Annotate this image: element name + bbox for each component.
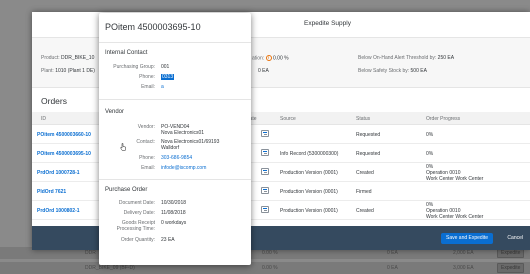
order-progress: 0% <box>426 151 434 157</box>
hand-cursor-icon <box>120 143 126 151</box>
order-progress: 0% Operation 0010 Work Center Work Cente… <box>426 164 483 182</box>
station-line: ation: ! 0.00 % <box>252 55 289 61</box>
calendar-icon[interactable] <box>261 168 269 175</box>
delivery-date-label: Delivery Date: <box>123 210 155 216</box>
popover-title: POitem 4500003695-10 <box>99 13 251 43</box>
order-progress: 0% <box>426 132 434 138</box>
order-id-link[interactable]: PldOrd 7621 <box>37 189 66 195</box>
document-date-value: 10/30/2018 <box>161 200 187 206</box>
purchasing-group-label: Purchasing Group: <box>113 64 155 70</box>
bg-text: DDR <box>85 250 96 256</box>
internal-email-link[interactable]: a <box>161 84 164 90</box>
warning-icon: ! <box>265 55 272 61</box>
purchase-order-heading: Purchase Order <box>105 187 148 193</box>
gr-processing-label: Goods Receipt Processing Time: <box>117 220 155 232</box>
background-row: DDR_BIKE_09 (BF-D) 0.00 % 0 EA 3,000 EA … <box>0 262 530 274</box>
contact-value: Nova Electronics01/69193 Walldorf <box>161 139 219 151</box>
station-value: 0.00 <box>273 55 283 62</box>
order-source: Production Version (0001) <box>280 208 338 214</box>
bg-text: 0 EA <box>387 265 398 271</box>
vendor-label: Vendor: <box>137 124 155 130</box>
plant-value: 1010 (Plant 1 DE) <box>55 68 95 74</box>
progress-workcenter: Work Center Work Center <box>426 214 484 220</box>
order-source: Info Record (5300000300) <box>280 151 339 157</box>
bg-text: 2,000 EA <box>453 250 474 256</box>
internal-email-label: Email: <box>141 84 155 90</box>
order-quickview-popover: POitem 4500003695-10 Internal Contact Pu… <box>99 13 251 265</box>
document-date-label: Document Date: <box>118 200 155 206</box>
column-header-status: Status <box>356 116 371 122</box>
threshold-value: 250 EA <box>437 55 455 61</box>
order-id-link[interactable]: POitem 4500003695-10 <box>37 151 91 157</box>
order-status: Firmed <box>356 189 372 195</box>
vendor-email-link[interactable]: infode@iscomp.com <box>161 165 206 171</box>
bg-expedite-button[interactable]: Expedite <box>497 263 525 273</box>
product-label: Product: <box>41 55 60 61</box>
bg-text: 0.00 % <box>262 250 278 256</box>
column-header-source: Source <box>280 116 296 122</box>
section-divider <box>99 179 251 180</box>
safety-label: Below Safety Stock by: <box>358 68 410 74</box>
delivery-date-value: 11/08/2018 <box>161 210 186 216</box>
order-source: Production Version (0001) <box>280 170 338 176</box>
station-unit: % <box>284 55 289 62</box>
internal-phone-label: Phone: <box>139 74 155 80</box>
gr-label-line: Processing Time: <box>116 226 155 232</box>
order-id-link[interactable]: PrdOrd 1000728-1 <box>37 170 80 176</box>
plant-label: Plant: <box>41 68 54 74</box>
calendar-icon[interactable] <box>261 149 269 156</box>
vendor-phone-label: Phone: <box>139 155 155 161</box>
order-id-link[interactable]: POitem 4500003660-10 <box>37 132 91 138</box>
vendor-heading: Vendor <box>105 109 125 115</box>
calendar-icon[interactable] <box>261 206 269 213</box>
order-quantity-label: Order Quantity: <box>120 237 155 243</box>
orders-title: Orders <box>41 96 67 106</box>
internal-contact-heading: Internal Contact <box>105 50 148 56</box>
product-line: Product: DDR_BIKE_10 <box>41 55 94 61</box>
save-and-expedite-button[interactable]: Save and Expedite <box>441 233 493 244</box>
quantity-line: 0 EA <box>258 68 269 74</box>
cancel-button[interactable]: Cancel <box>504 233 526 244</box>
contact-line: Walldorf <box>161 145 180 151</box>
threshold-label: Below On-Hand Alert Threshold by: <box>358 55 437 61</box>
purchasing-group-value: 001 <box>161 64 170 70</box>
calendar-icon[interactable] <box>261 187 269 194</box>
internal-phone-link[interactable]: 0313 <box>161 74 175 80</box>
calendar-icon[interactable] <box>261 130 269 137</box>
dialog-title: Expedite Supply <box>304 20 351 27</box>
plant-line: Plant: 1010 (Plant 1 DE) <box>41 68 95 74</box>
bg-text: 0.00 % <box>262 265 278 271</box>
vendor-value: PO-VEND04 Nova Electronics01 <box>161 124 204 136</box>
bg-text: 0 EA <box>387 250 398 256</box>
gr-processing-value: 0 workdays <box>161 220 187 226</box>
vendor-email-label: Email: <box>141 165 155 171</box>
bg-text: DDR_BIKE_09 (BF-D) <box>85 265 135 271</box>
station-label: ation: <box>252 55 265 62</box>
order-status: Created <box>356 208 374 214</box>
column-header-id: ID <box>41 116 46 122</box>
vendor-name: Nova Electronics01 <box>161 130 205 136</box>
order-quantity-value: 23 EA <box>161 237 175 243</box>
order-source: Production Version (0001) <box>280 189 338 195</box>
order-status: Requested <box>356 132 381 138</box>
selected-phone-text[interactable]: 0313 <box>161 74 175 80</box>
vendor-phone-link[interactable]: 303-686-9854 <box>161 155 192 161</box>
threshold-line: Below On-Hand Alert Threshold by: 250 EA <box>358 55 454 61</box>
column-header-progress: Order Progress <box>426 116 461 122</box>
bg-text: 3,000 EA <box>453 265 474 271</box>
product-value: DDR_BIKE_10 <box>61 55 95 61</box>
safety-line: Below Safety Stock by: 500 EA <box>358 68 427 74</box>
order-status: Requested <box>356 151 381 157</box>
order-status: Created <box>356 170 374 176</box>
order-progress: 0% Operation 0010 Work Center Work Cente… <box>426 202 483 220</box>
section-divider <box>99 99 251 100</box>
order-id-link[interactable]: PrdOrd 1000802-1 <box>37 208 80 214</box>
safety-value: 500 EA <box>410 68 427 74</box>
quantity-value: 0 EA <box>258 68 269 74</box>
contact-label: Contact: <box>136 139 155 145</box>
